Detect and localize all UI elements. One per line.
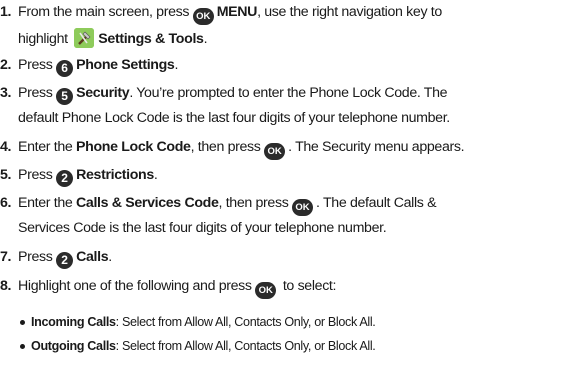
bullet-dot [20,344,25,349]
step-bold-text: Calls [76,249,109,265]
step-text: Press [18,167,57,183]
step-text: , then press [190,139,265,155]
bullet-text: : Select from Allow All, Contacts Only, … [115,315,376,329]
step-text: , then press [218,195,293,211]
step-bold-text: Security [76,85,130,101]
step-text: . [174,57,179,73]
step-bold-text: Calls & Services Code [76,195,219,211]
step-number: 2. [0,57,12,73]
step-number: 7. [0,249,12,265]
ok-key-icon: OK [292,199,314,216]
step-text: . [108,249,112,265]
step-text: , use the right navigation key to [257,4,442,20]
step-text: Services Code is the last four digits of… [18,220,387,236]
bullet-bold-text: Incoming Calls [31,315,116,329]
step-text: Press [18,57,57,73]
key-5-icon: 5 [56,88,74,105]
settings-tools-icon [74,28,95,48]
step-text: . You’re prompted to enter the Phone Loc… [129,85,448,101]
step-text: . [203,31,208,47]
step-bold-text: Settings & Tools [98,31,204,47]
bullet-text: : Select from Allow All, Contacts Only, … [115,339,376,353]
step-bold-text: Restrictions [76,167,154,183]
bullet-dot [20,320,25,325]
step-number: 6. [0,195,12,211]
step-text: Enter the [18,139,77,155]
step-number: 4. [0,139,12,155]
step-number: 1. [0,4,12,20]
bullet-bold-text: Outgoing Calls [31,339,116,353]
key-6-icon: 6 [56,60,74,77]
step-number: 3. [0,85,12,101]
step-bold-text: Phone Settings [76,57,175,73]
step-text: . [153,167,158,183]
step-text: Press [18,85,57,101]
step-bold-text: Phone Lock Code [76,139,191,155]
step-text: Highlight one of the following and press [18,278,256,294]
step-number: 5. [0,167,12,183]
ok-key-icon: OK [264,143,286,160]
step-text: default Phone Lock Code is the last four… [18,110,450,126]
step-text: Press [18,249,57,265]
step-bold-text: MENU [216,4,258,20]
key-2-icon: 2 [56,170,74,187]
ok-key-icon: OK [192,8,214,25]
step-number: 8. [0,278,12,294]
step-text: to select: [279,278,337,294]
step-text: . The default Calls & [316,195,437,211]
step-text: From the main screen, press [18,4,193,20]
ok-key-icon: OK [255,282,277,299]
step-text: highlight [18,31,72,47]
key-2-icon: 2 [56,252,74,269]
step-text: Enter the [18,195,77,211]
instructions-page: 1. From the main screen, press OK MENU, u… [0,0,586,370]
step-text: . The Security menu appears. [288,139,465,155]
